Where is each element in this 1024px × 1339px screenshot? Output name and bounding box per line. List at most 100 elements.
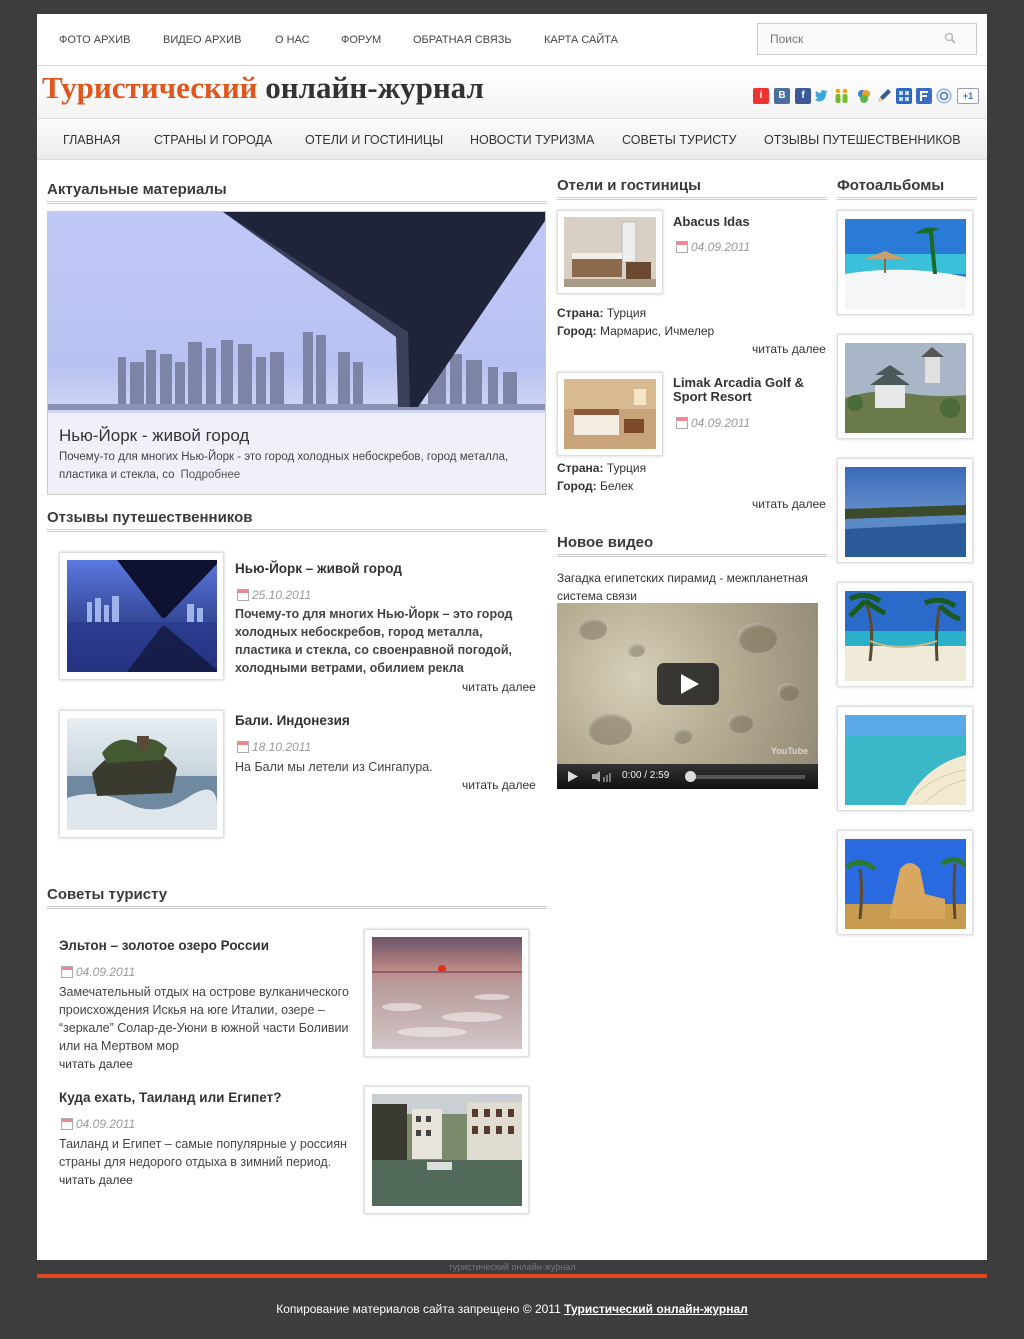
main-nav-hotels[interactable]: ОТЕЛИ И ГОСТИНИЦЫ <box>305 133 443 147</box>
mail-icon[interactable] <box>856 88 872 104</box>
top-nav-about[interactable]: О НАС <box>275 34 310 46</box>
magnifier-icon[interactable] <box>944 32 956 44</box>
section-heading-albums: Фотоальбомы <box>837 177 977 200</box>
video-controls: 0:00 / 2:59 <box>557 764 818 789</box>
tip-date-1: 04.09.2011 <box>61 965 135 979</box>
section-heading-tips: Советы туристу <box>47 886 547 909</box>
google-plus-one-icon[interactable]: +1 <box>957 88 979 104</box>
footer-site-link[interactable]: Туристический онлайн-журнал <box>564 1302 748 1316</box>
video-player[interactable]: YouTube 0:00 / 2:59 <box>557 603 818 789</box>
city-value: Белек <box>600 479 634 493</box>
section-heading-reviews: Отзывы путешественников <box>47 509 547 532</box>
calendar-icon <box>61 966 73 978</box>
hotel-thumb-1[interactable] <box>557 210 663 294</box>
album-thumb-1[interactable] <box>837 210 973 315</box>
album-thumb-5[interactable] <box>837 706 973 811</box>
hotel-more-1[interactable]: читать далее <box>752 342 826 356</box>
tip-thumb-1[interactable] <box>364 929 529 1057</box>
top-nav-forum[interactable]: ФОРУМ <box>341 34 381 46</box>
country-value: Турция <box>606 461 647 475</box>
hotel-city-2: Город: Белек <box>557 479 633 493</box>
tip-date-2: 04.09.2011 <box>61 1117 135 1131</box>
country-label: Страна: <box>557 306 604 320</box>
hotel-more-2[interactable]: читать далее <box>752 497 826 511</box>
album-image-river <box>845 467 966 557</box>
youtube-watermark: YouTube <box>771 746 809 756</box>
album-thumb-2[interactable] <box>837 334 973 439</box>
country-label: Страна: <box>557 461 604 475</box>
review-more-2[interactable]: читать далее <box>462 778 536 792</box>
review-thumb-2[interactable] <box>59 710 224 838</box>
video-frame-detail <box>587 713 632 745</box>
review-image-newyork <box>67 560 217 672</box>
hotel-image-abacus <box>564 217 656 287</box>
footer-copyright: Копирование материалов сайта запрещено ©… <box>0 1302 1024 1316</box>
footer-accent-line <box>37 1274 987 1278</box>
section-heading-hotels: Отели и гостиницы <box>557 177 827 200</box>
search-box <box>757 23 977 55</box>
video-time: 0:00 / 2:59 <box>622 770 670 781</box>
album-thumb-6[interactable] <box>837 830 973 935</box>
video-title[interactable]: Загадка египетских пирамид - межпланетна… <box>557 569 827 605</box>
vkontakte-icon[interactable]: В <box>774 88 790 104</box>
google-icon[interactable] <box>936 88 952 104</box>
top-nav-photo-archive[interactable]: ФОТО АРХИВ <box>59 34 131 46</box>
video-frame-detail <box>672 728 692 744</box>
logo-part-1: Туристический <box>42 70 258 105</box>
main-nav-news[interactable]: НОВОСТИ ТУРИЗМА <box>470 133 594 147</box>
top-nav-feedback[interactable]: ОБРАТНАЯ СВЯЗЬ <box>413 34 512 46</box>
featured-slide[interactable]: Нью-Йорк - живой город Почему-то для мно… <box>47 211 546 495</box>
volume-icon[interactable] <box>591 770 613 783</box>
play-button[interactable] <box>657 663 719 705</box>
tip-title-2[interactable]: Куда ехать, Таиланд или Египет? <box>59 1090 281 1105</box>
review-date-1: 25.10.2011 <box>237 588 311 602</box>
hotel-image-limak <box>564 379 656 449</box>
ya-icon[interactable]: i <box>753 88 769 104</box>
friendfeed-icon[interactable] <box>916 88 932 104</box>
featured-title[interactable]: Нью-Йорк - живой город <box>59 426 249 446</box>
video-frame-detail <box>627 643 645 657</box>
tip-image-elton-lake <box>372 937 522 1049</box>
tip-more-1[interactable]: читать далее <box>59 1057 133 1071</box>
footer-tagline: туристический онлайн-журнал <box>448 1262 576 1272</box>
search-input[interactable] <box>770 26 950 52</box>
country-value: Турция <box>606 306 647 320</box>
review-title-1[interactable]: Нью-Йорк – живой город <box>235 561 402 576</box>
livejournal-icon[interactable] <box>876 88 892 104</box>
main-nav-home[interactable]: ГЛАВНАЯ <box>63 133 120 147</box>
hotel-thumb-2[interactable] <box>557 372 663 456</box>
tip-more-2[interactable]: читать далее <box>59 1173 133 1187</box>
copyright-text: Копирование материалов сайта запрещено ©… <box>276 1302 561 1316</box>
featured-excerpt: Почему-то для многих Нью-Йорк - это горо… <box>59 451 509 481</box>
twitter-icon[interactable] <box>814 88 830 104</box>
album-thumb-3[interactable] <box>837 458 973 563</box>
review-thumb-1[interactable] <box>59 552 224 680</box>
calendar-icon <box>676 417 688 429</box>
main-nav-countries[interactable]: СТРАНЫ И ГОРОДА <box>154 133 272 147</box>
hotel-date-2: 04.09.2011 <box>676 416 750 430</box>
video-progress-track[interactable] <box>687 775 805 779</box>
featured-more-link[interactable]: Подробнее <box>180 469 240 481</box>
top-nav-sitemap[interactable]: КАРТА САЙТА <box>544 34 618 46</box>
facebook-icon[interactable]: f <box>795 88 811 104</box>
bookmarks-icon[interactable] <box>896 88 912 104</box>
video-frame-detail <box>777 683 799 701</box>
video-progress-handle[interactable] <box>685 771 696 782</box>
tip-thumb-2[interactable] <box>364 1086 529 1214</box>
city-value: Мармарис, Ичмелер <box>600 324 715 338</box>
main-nav: ГЛАВНАЯ СТРАНЫ И ГОРОДА ОТЕЛИ И ГОСТИНИЦ… <box>37 118 987 160</box>
section-heading-featured: Актуальные материалы <box>47 181 547 204</box>
top-nav-video-archive[interactable]: ВИДЕО АРХИВ <box>163 34 241 46</box>
hotel-title-1[interactable]: Abacus Idas <box>673 214 750 229</box>
review-title-2[interactable]: Бали. Индонезия <box>235 713 350 728</box>
hotel-title-2[interactable]: Limak Arcadia Golf & Sport Resort <box>673 376 833 404</box>
main-nav-tips[interactable]: СОВЕТЫ ТУРИСТУ <box>622 133 736 147</box>
tip-title-1[interactable]: Эльтон – золотое озеро России <box>59 938 269 953</box>
main-nav-reviews[interactable]: ОТЗЫВЫ ПУТЕШЕСТВЕННИКОВ <box>764 133 961 147</box>
site-logo[interactable]: Туристический онлайн-журнал <box>42 70 484 106</box>
play-small-icon[interactable] <box>567 770 579 783</box>
review-more-1[interactable]: читать далее <box>462 680 536 694</box>
odnoklassniki-icon[interactable] <box>833 88 849 104</box>
album-image-beach-umbrella <box>845 219 966 309</box>
album-thumb-4[interactable] <box>837 582 973 687</box>
